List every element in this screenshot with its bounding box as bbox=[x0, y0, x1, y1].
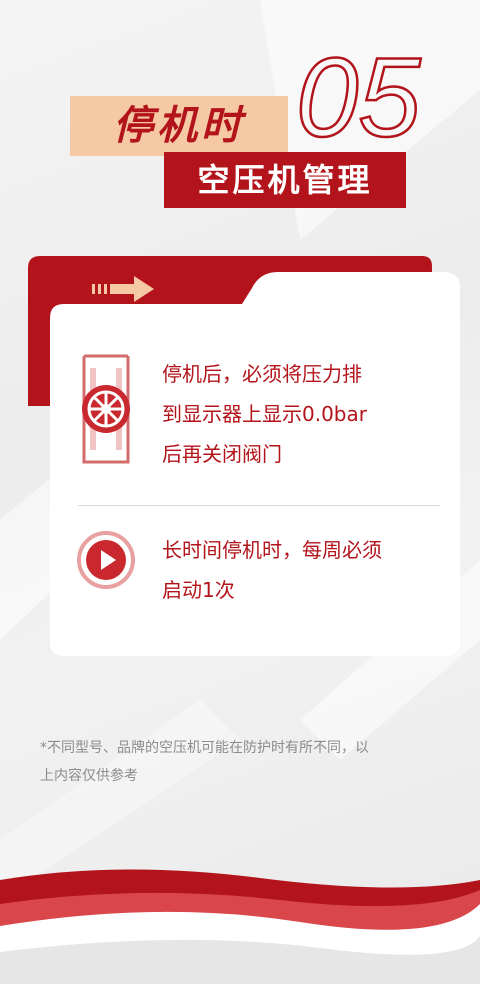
title-primary: 停机时 bbox=[113, 103, 245, 149]
valve-icon bbox=[82, 354, 130, 464]
section-number: 05 bbox=[295, 36, 423, 156]
instruction-1-line-2: 到显示器上显示0.0bar bbox=[162, 402, 367, 426]
title-secondary-box: 空压机管理 bbox=[164, 152, 406, 208]
divider bbox=[78, 505, 440, 506]
instruction-2-line-2: 启动1次 bbox=[162, 578, 235, 602]
instruction-2: 长时间停机时，每周必须 启动1次 bbox=[162, 530, 452, 610]
play-icon bbox=[77, 531, 135, 589]
instruction-1: 停机后，必须将压力排 到显示器上显示0.0bar 后再关闭阀门 bbox=[162, 354, 452, 474]
title-secondary: 空压机管理 bbox=[197, 161, 373, 199]
instruction-2-line-1: 长时间停机时，每周必须 bbox=[162, 538, 382, 562]
footnote-line-1: *不同型号、品牌的空压机可能在防护时有所不同，以 bbox=[40, 740, 369, 756]
title-primary-box: 停机时 bbox=[70, 96, 288, 156]
arrow-right-icon bbox=[92, 276, 154, 302]
instruction-1-line-3: 后再关闭阀门 bbox=[162, 442, 282, 466]
bottom-waves bbox=[0, 869, 480, 984]
footnote: *不同型号、品牌的空压机可能在防护时有所不同，以 上内容仅供参考 bbox=[40, 734, 460, 790]
instruction-1-line-1: 停机后，必须将压力排 bbox=[162, 362, 362, 386]
footnote-line-2: 上内容仅供参考 bbox=[40, 768, 138, 784]
section-number-text: 05 bbox=[296, 36, 421, 156]
